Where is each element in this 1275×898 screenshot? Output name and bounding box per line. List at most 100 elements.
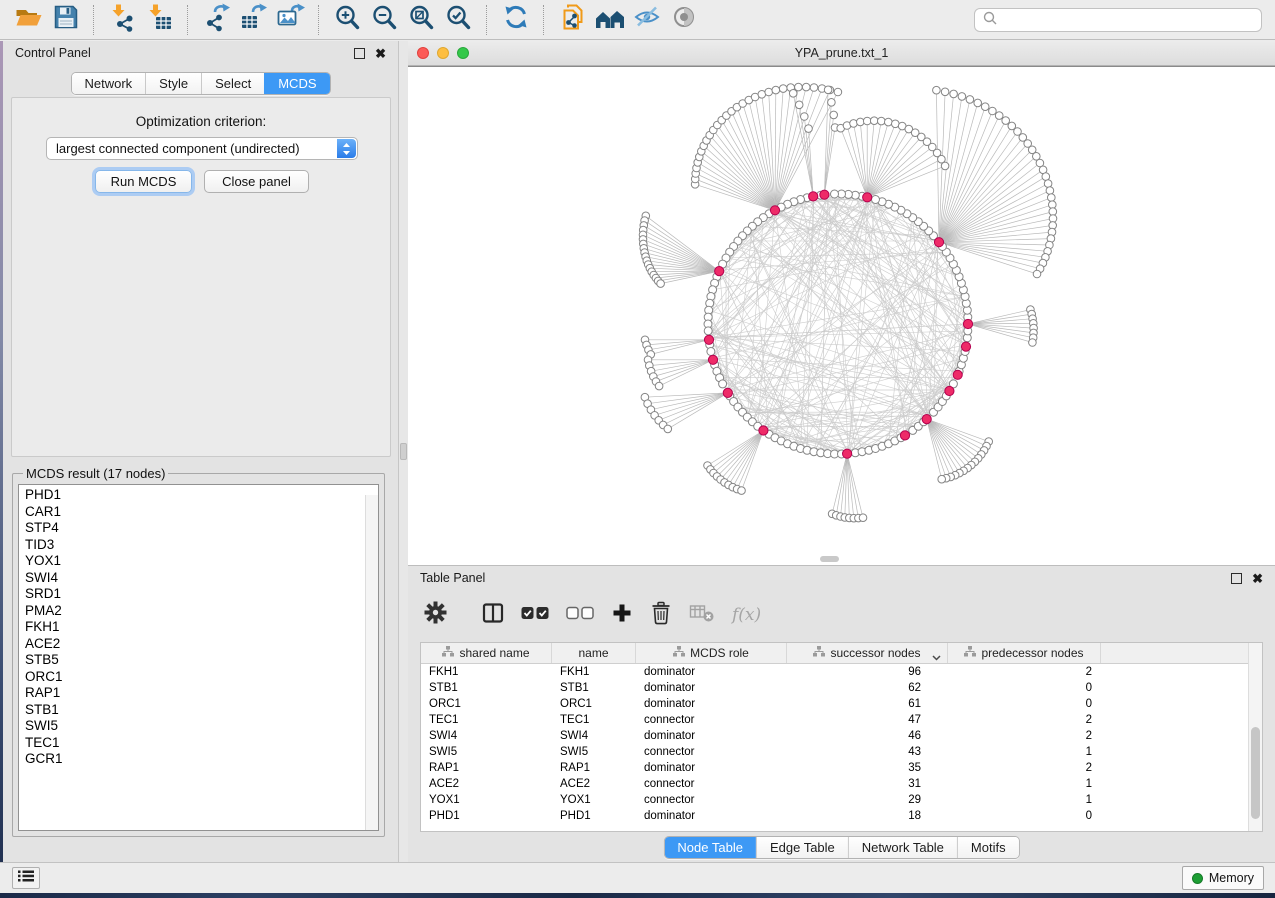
function-builder-icon: f(x) <box>732 605 761 625</box>
network-window-titlebar: YPA_prune.txt_1 <box>408 41 1275 66</box>
list-item[interactable]: SRD1 <box>25 586 378 603</box>
table-row[interactable]: PHD1PHD1dominator180 <box>421 808 1249 824</box>
column-header-name[interactable]: name <box>552 643 636 663</box>
table-row[interactable]: ORC1ORC1dominator610 <box>421 696 1249 712</box>
export-image-icon <box>276 2 306 37</box>
table-row[interactable]: SWI5SWI5connector431 <box>421 744 1249 760</box>
zoom-in-button[interactable] <box>329 3 366 37</box>
window-close-button[interactable] <box>417 47 429 59</box>
memory-button[interactable]: Memory <box>1182 866 1264 890</box>
list-item[interactable]: STB5 <box>25 652 378 669</box>
list-item[interactable]: STB1 <box>25 702 378 719</box>
window-minimize-button[interactable] <box>437 47 449 59</box>
tab-network-table[interactable]: Network Table <box>848 837 957 858</box>
list-item[interactable]: TID3 <box>25 537 378 554</box>
delete-column-button[interactable] <box>650 595 672 635</box>
import-network-button[interactable] <box>104 3 141 37</box>
graphics-details-button[interactable] <box>628 3 665 37</box>
list-item[interactable]: GCR1 <box>25 751 378 768</box>
run-mcds-button[interactable]: Run MCDS <box>95 170 192 193</box>
tab-mcds[interactable]: MCDS <box>264 73 329 94</box>
import-table-button[interactable] <box>141 3 178 37</box>
table-row[interactable]: YOX1YOX1connector291 <box>421 792 1249 808</box>
task-history-button[interactable] <box>12 867 40 889</box>
table-panel-titlebar: Table Panel ✖ <box>408 566 1275 590</box>
save-session-icon <box>52 3 80 36</box>
save-session-button[interactable] <box>47 3 84 37</box>
show-columns-button[interactable] <box>482 595 504 635</box>
list-item[interactable]: ORC1 <box>25 669 378 686</box>
close-panel-icon[interactable]: ✖ <box>375 47 386 60</box>
tab-node-table[interactable]: Node Table <box>664 837 756 858</box>
list-item[interactable]: FKH1 <box>25 619 378 636</box>
list-item[interactable]: SWI5 <box>25 718 378 735</box>
table-row[interactable]: ACE2ACE2connector311 <box>421 776 1249 792</box>
float-panel-icon[interactable] <box>1231 573 1242 584</box>
graphics-details-icon <box>632 3 662 36</box>
column-header-successor-nodes[interactable]: successor nodes <box>787 643 948 663</box>
panel-splitter[interactable] <box>399 41 408 862</box>
table-scrollbar[interactable] <box>1248 643 1262 831</box>
search-input[interactable] <box>1002 12 1261 28</box>
list-item[interactable]: PMA2 <box>25 603 378 620</box>
table-row[interactable]: RAP1RAP1dominator352 <box>421 760 1249 776</box>
deselect-all-button[interactable] <box>566 595 594 635</box>
list-item[interactable]: SWI4 <box>25 570 378 587</box>
close-panel-icon[interactable]: ✖ <box>1252 572 1263 585</box>
select-all-button[interactable] <box>521 595 549 635</box>
sort-desc-icon <box>932 650 941 663</box>
result-list-scrollbar[interactable] <box>365 495 378 830</box>
network-column-icon <box>813 646 825 660</box>
export-image-button[interactable] <box>272 3 309 37</box>
desktop-wallpaper <box>0 893 1275 898</box>
list-item[interactable]: YOX1 <box>25 553 378 570</box>
open-session-button[interactable] <box>10 3 47 37</box>
table-row[interactable]: TEC1TEC1connector472 <box>421 712 1249 728</box>
search-box[interactable] <box>974 8 1262 32</box>
column-header-predecessor-nodes[interactable]: predecessor nodes <box>948 643 1101 663</box>
control-panel-title: Control Panel <box>15 46 91 60</box>
tab-motifs[interactable]: Motifs <box>957 837 1019 858</box>
list-item[interactable]: CAR1 <box>25 504 378 521</box>
export-table-button[interactable] <box>235 3 272 37</box>
list-item[interactable]: ACE2 <box>25 636 378 653</box>
list-item[interactable]: TEC1 <box>25 735 378 752</box>
tab-select[interactable]: Select <box>201 73 264 94</box>
zoom-out-button[interactable] <box>366 3 403 37</box>
table-row[interactable]: STB1STB1dominator620 <box>421 680 1249 696</box>
column-header-shared-name[interactable]: shared name <box>421 643 552 663</box>
mcds-result-list[interactable]: PHD1CAR1STP4TID3YOX1SWI4SRD1PMA2FKH1ACE2… <box>18 484 379 831</box>
cybrowser-home-button[interactable] <box>591 3 628 37</box>
network-column-icon <box>442 646 454 660</box>
select-all-icon <box>521 606 549 625</box>
tab-style[interactable]: Style <box>145 73 201 94</box>
share-network-button[interactable] <box>554 3 591 37</box>
zoom-selected-button[interactable] <box>440 3 477 37</box>
table-row[interactable]: FKH1FKH1dominator962 <box>421 664 1249 680</box>
table-scrollbar-thumb[interactable] <box>1251 727 1260 819</box>
table-panel: Table Panel ✖ f(x) shared namenameMCDS r… <box>408 565 1275 862</box>
column-header-MCDS-role[interactable]: MCDS role <box>636 643 787 663</box>
close-panel-button[interactable]: Close panel <box>204 170 309 193</box>
optimization-criterion-select[interactable]: largest connected component (undirected) <box>46 137 358 160</box>
tab-network[interactable]: Network <box>71 73 145 94</box>
window-maximize-button[interactable] <box>457 47 469 59</box>
mcds-panel: Optimization criterion: largest connecte… <box>11 97 391 457</box>
network-canvas[interactable] <box>408 66 1275 565</box>
export-network-button[interactable] <box>198 3 235 37</box>
network-graph[interactable] <box>408 67 1275 566</box>
birdseye-view-button[interactable] <box>665 3 702 37</box>
splitter-handle[interactable] <box>400 443 407 460</box>
table-row[interactable]: SWI4SWI4dominator462 <box>421 728 1249 744</box>
list-item[interactable]: RAP1 <box>25 685 378 702</box>
list-item[interactable]: PHD1 <box>25 487 378 504</box>
tab-edge-table[interactable]: Edge Table <box>756 837 848 858</box>
canvas-hscroll-thumb[interactable] <box>820 556 839 562</box>
mcds-result-title: MCDS result (17 nodes) <box>23 466 168 481</box>
add-column-button[interactable] <box>611 595 633 635</box>
float-panel-icon[interactable] <box>354 48 365 59</box>
apply-layout-button[interactable] <box>497 3 534 37</box>
list-item[interactable]: STP4 <box>25 520 378 537</box>
settings-gear-button[interactable] <box>424 595 447 635</box>
zoom-fit-button[interactable] <box>403 3 440 37</box>
